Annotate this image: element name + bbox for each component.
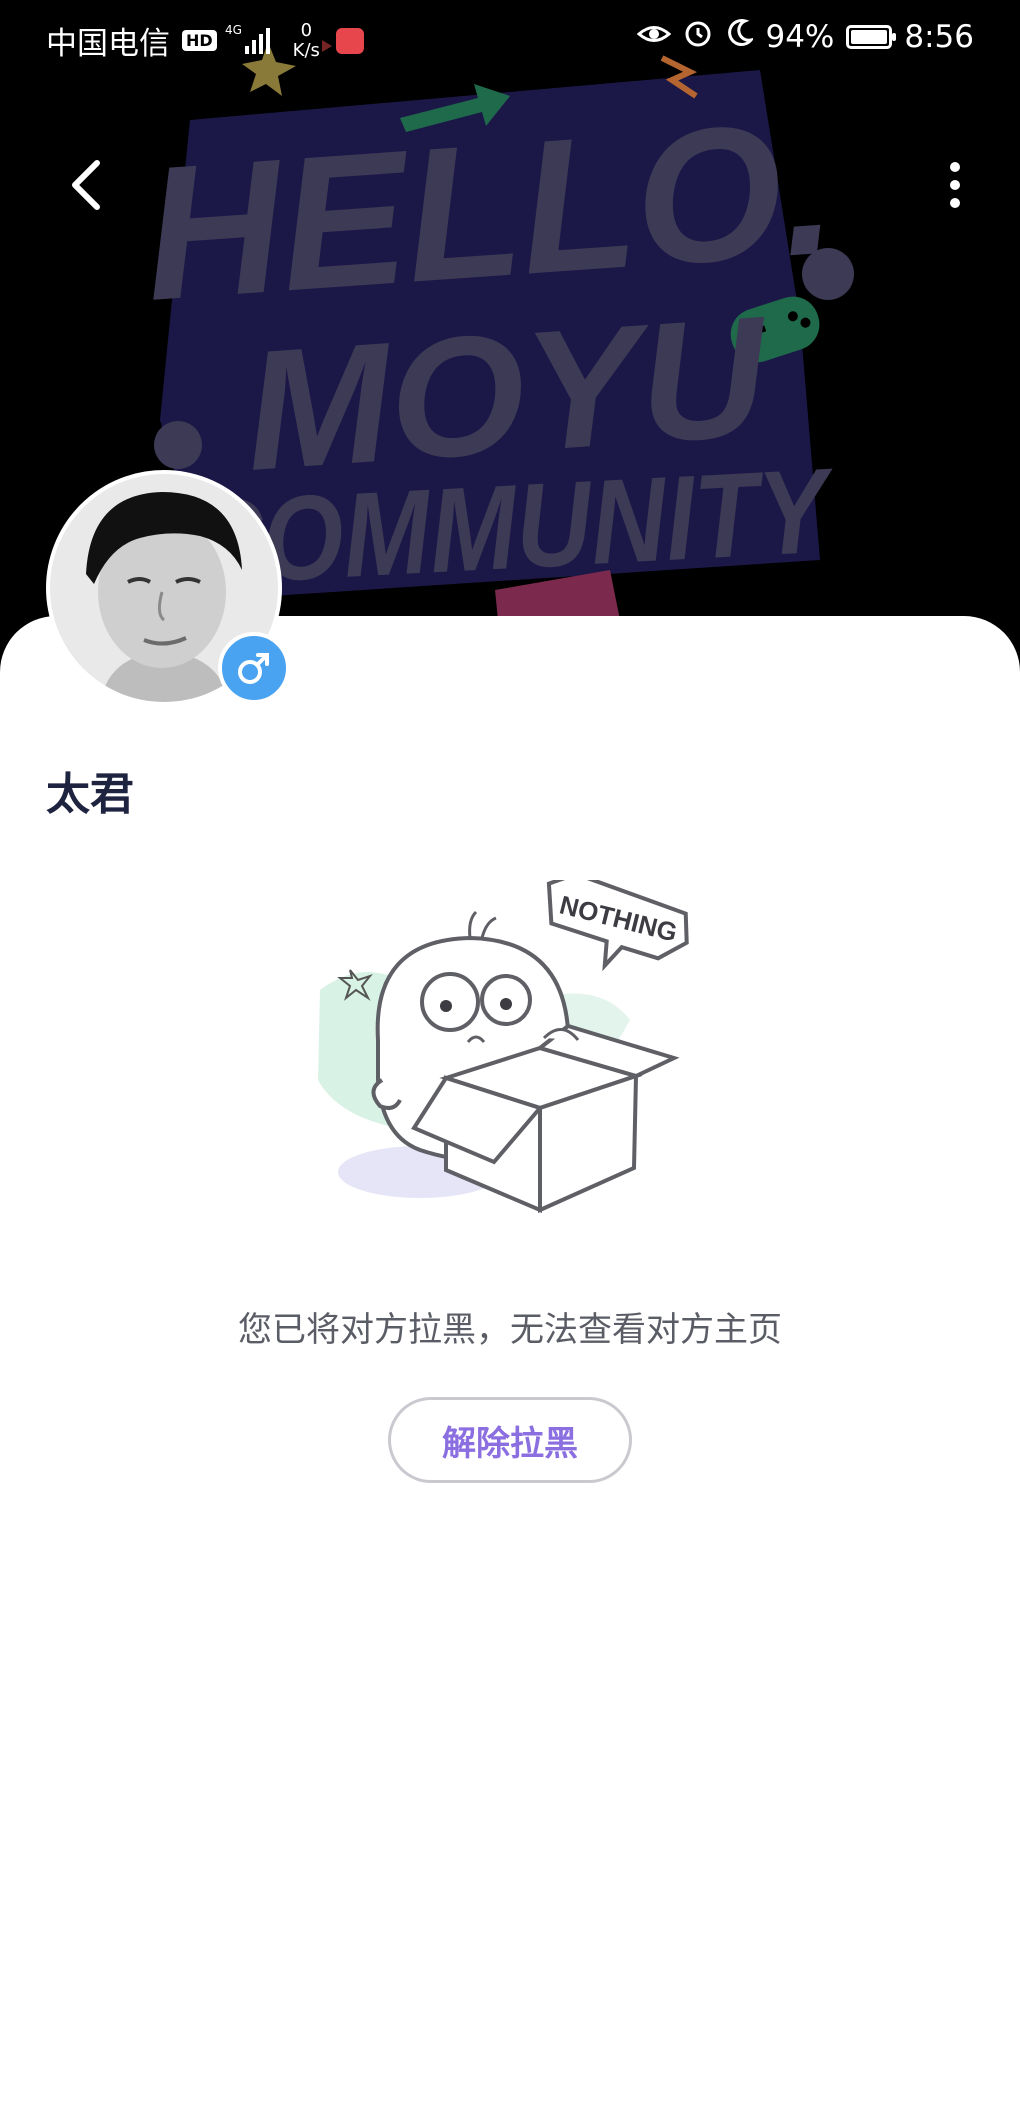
battery-icon [846,25,897,49]
unblock-button[interactable]: 解除拉黑 [388,1397,632,1483]
profile-content-sheet [0,616,1020,2119]
hd-badge: HD [182,30,217,51]
network-speed-value: 0 [300,19,313,41]
more-vertical-icon [950,162,960,208]
empty-state-illustration: NOTHING [300,871,720,1244]
status-right: 94% 8:56 [637,18,974,56]
status-left: 中国电信 HD 4G 0 K/s [46,18,364,63]
back-button[interactable] [56,150,116,220]
gender-male-badge [218,632,290,704]
more-options-button[interactable] [930,150,980,220]
carrier-name: 中国电信 [46,26,170,62]
eye-comfort-icon [637,20,672,55]
chevron-left-icon [72,160,100,210]
blocked-message: 您已将对方拉黑，无法查看对方主页 [238,1310,782,1350]
clock: 8:56 [904,19,974,55]
male-symbol-icon [238,653,269,684]
status-bar: 中国电信 HD 4G 0 K/s 94% 8:56 [0,0,1020,84]
profile-page: HELLO. MOYU COMMUNITY 中国电信 HD 4G 0 K/s 9… [0,0,1020,2119]
network-speed-unit: K/s [292,39,320,61]
notification-app-icon [335,27,364,54]
signal-icon: 4G [225,22,275,60]
battery-percent: 94% [765,19,835,55]
alarm-icon [683,18,713,56]
network-type-label: 4G [225,23,242,37]
network-speed: 0 K/s [292,19,320,61]
do-not-disturb-moon-icon [725,18,756,56]
username: 太君 [46,769,134,820]
